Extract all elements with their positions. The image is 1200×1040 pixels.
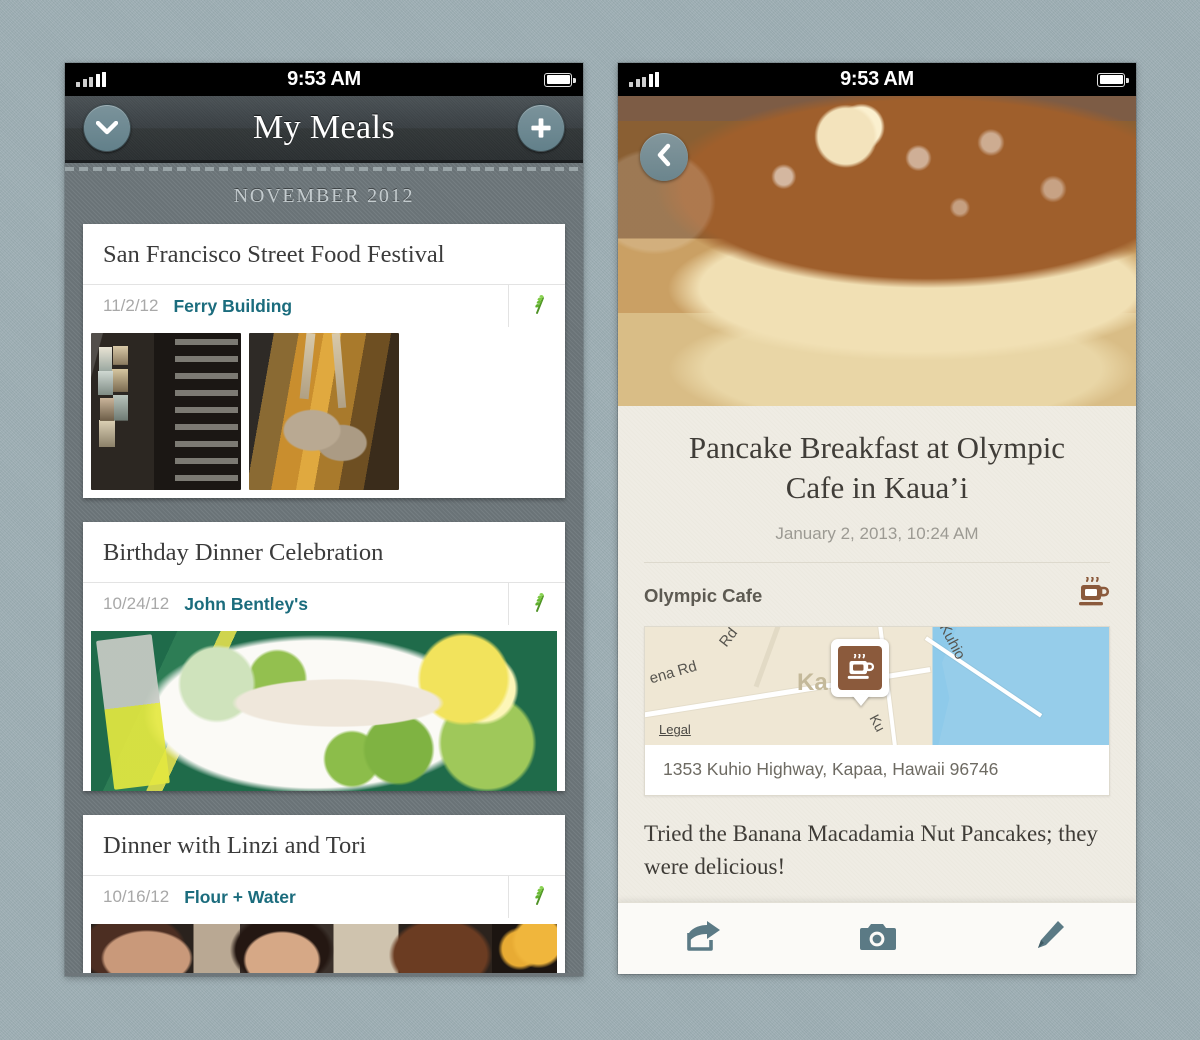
- meal-meta-row: 10/16/12 Flour + Water: [83, 875, 565, 918]
- meal-card[interactable]: Dinner with Linzi and Tori 10/16/12 Flou…: [83, 815, 565, 973]
- phone-meal-detail: 9:53 AM Pancake Breakfast at Olympic Caf…: [618, 63, 1136, 974]
- chevron-left-icon: [656, 143, 672, 172]
- share-button[interactable]: [618, 903, 791, 974]
- meal-photo[interactable]: [91, 924, 557, 973]
- meal-place[interactable]: John Bentley's: [184, 594, 308, 615]
- meal-note[interactable]: Tried the Banana Macadamia Nut Pancakes;…: [618, 796, 1136, 883]
- meal-card[interactable]: Birthday Dinner Celebration 10/24/12 Joh…: [83, 522, 565, 791]
- meal-photo-thumbnails[interactable]: [83, 327, 565, 498]
- map-label-road: Ku: [866, 712, 889, 735]
- map-label-town: Ka: [797, 669, 828, 697]
- leaf-sprig-icon: [526, 591, 548, 618]
- meal-detail-body[interactable]: Pancake Breakfast at Olympic Cafe in Kau…: [618, 406, 1136, 974]
- leaf-sprig-icon: [526, 884, 548, 911]
- status-bar-right: [544, 72, 576, 87]
- venue-address: 1353 Kuhio Highway, Kapaa, Hawaii 96746: [663, 759, 999, 780]
- status-bar-right: 9:53 AM: [618, 63, 1136, 96]
- add-meal-button[interactable]: [517, 104, 565, 152]
- meal-meta-row: 10/24/12 John Bentley's: [83, 582, 565, 625]
- venue-row: Olympic Cafe: [618, 563, 1136, 624]
- battery-icon: [1097, 72, 1129, 87]
- meal-list[interactable]: NOVEMBER 2012 San Francisco Street Food …: [65, 163, 583, 973]
- camera-button[interactable]: [791, 903, 964, 974]
- meal-badge: [508, 876, 565, 918]
- map-pin[interactable]: [831, 639, 889, 698]
- venue-map-card[interactable]: Rd ena Rd Ka Kuhio Ku Legal 1353 Kuhio H…: [644, 626, 1110, 797]
- collapse-button[interactable]: [83, 104, 131, 152]
- meal-photo[interactable]: [91, 631, 557, 791]
- plus-icon: [529, 116, 553, 140]
- map-label-road: ena Rd: [647, 658, 699, 688]
- meal-detail-title: Pancake Breakfast at Olympic Cafe in Kau…: [688, 430, 1066, 505]
- navigation-bar: My Meals: [65, 96, 583, 163]
- map-road: [753, 627, 783, 688]
- meal-title: Birthday Dinner Celebration: [103, 539, 384, 566]
- camera-icon: [858, 920, 896, 957]
- meal-title: San Francisco Street Food Festival: [103, 241, 445, 268]
- chevron-down-icon: [96, 121, 118, 135]
- meal-date: 10/16/12: [103, 887, 170, 906]
- meal-meta-row: 11/2/12 Ferry Building: [83, 284, 565, 327]
- pencil-icon: [1034, 920, 1066, 957]
- coffee-cup-pin-icon: [838, 646, 882, 691]
- map-legal-link[interactable]: Legal: [659, 722, 691, 737]
- month-section-header: NOVEMBER 2012: [233, 185, 415, 207]
- detail-toolbar: [618, 902, 1136, 974]
- meal-badge: [508, 285, 565, 327]
- meal-card[interactable]: San Francisco Street Food Festival 11/2/…: [83, 224, 565, 498]
- meal-date: 11/2/12: [103, 296, 159, 315]
- venue-name: Olympic Cafe: [644, 584, 763, 606]
- meal-photo[interactable]: [91, 333, 241, 490]
- battery-icon: [544, 72, 576, 87]
- meal-place[interactable]: Ferry Building: [173, 296, 292, 317]
- status-bar-right-group: [1097, 72, 1129, 87]
- status-bar-time: 9:53 AM: [840, 68, 914, 90]
- status-bar-time: 9:53 AM: [287, 68, 361, 90]
- meal-date: 10/24/12: [103, 594, 170, 613]
- map-canvas[interactable]: Rd ena Rd Ka Kuhio Ku Legal: [645, 627, 1109, 746]
- meal-badge: [508, 583, 565, 625]
- hero-photo-pancake-stack[interactable]: [618, 96, 1136, 406]
- leaf-sprig-icon: [526, 293, 548, 320]
- meal-title: Dinner with Linzi and Tori: [103, 832, 367, 859]
- meal-photo[interactable]: [249, 333, 399, 490]
- coffee-cup-icon: [1076, 576, 1110, 614]
- phone-my-meals-list: 9:53 AM My Meals NOVEMBER 2012 San Franc…: [65, 63, 583, 976]
- meal-detail-timestamp: January 2, 2013, 10:24 AM: [775, 524, 979, 544]
- share-arrow-icon: [686, 920, 722, 957]
- map-label-road: Rd: [715, 627, 742, 651]
- back-button[interactable]: [640, 133, 688, 181]
- meal-place[interactable]: Flour + Water: [184, 887, 296, 908]
- status-bar-left: 9:53 AM: [65, 63, 583, 96]
- edit-button[interactable]: [963, 903, 1136, 974]
- meal-photo[interactable]: [407, 333, 557, 490]
- page-title: My Meals: [252, 109, 396, 146]
